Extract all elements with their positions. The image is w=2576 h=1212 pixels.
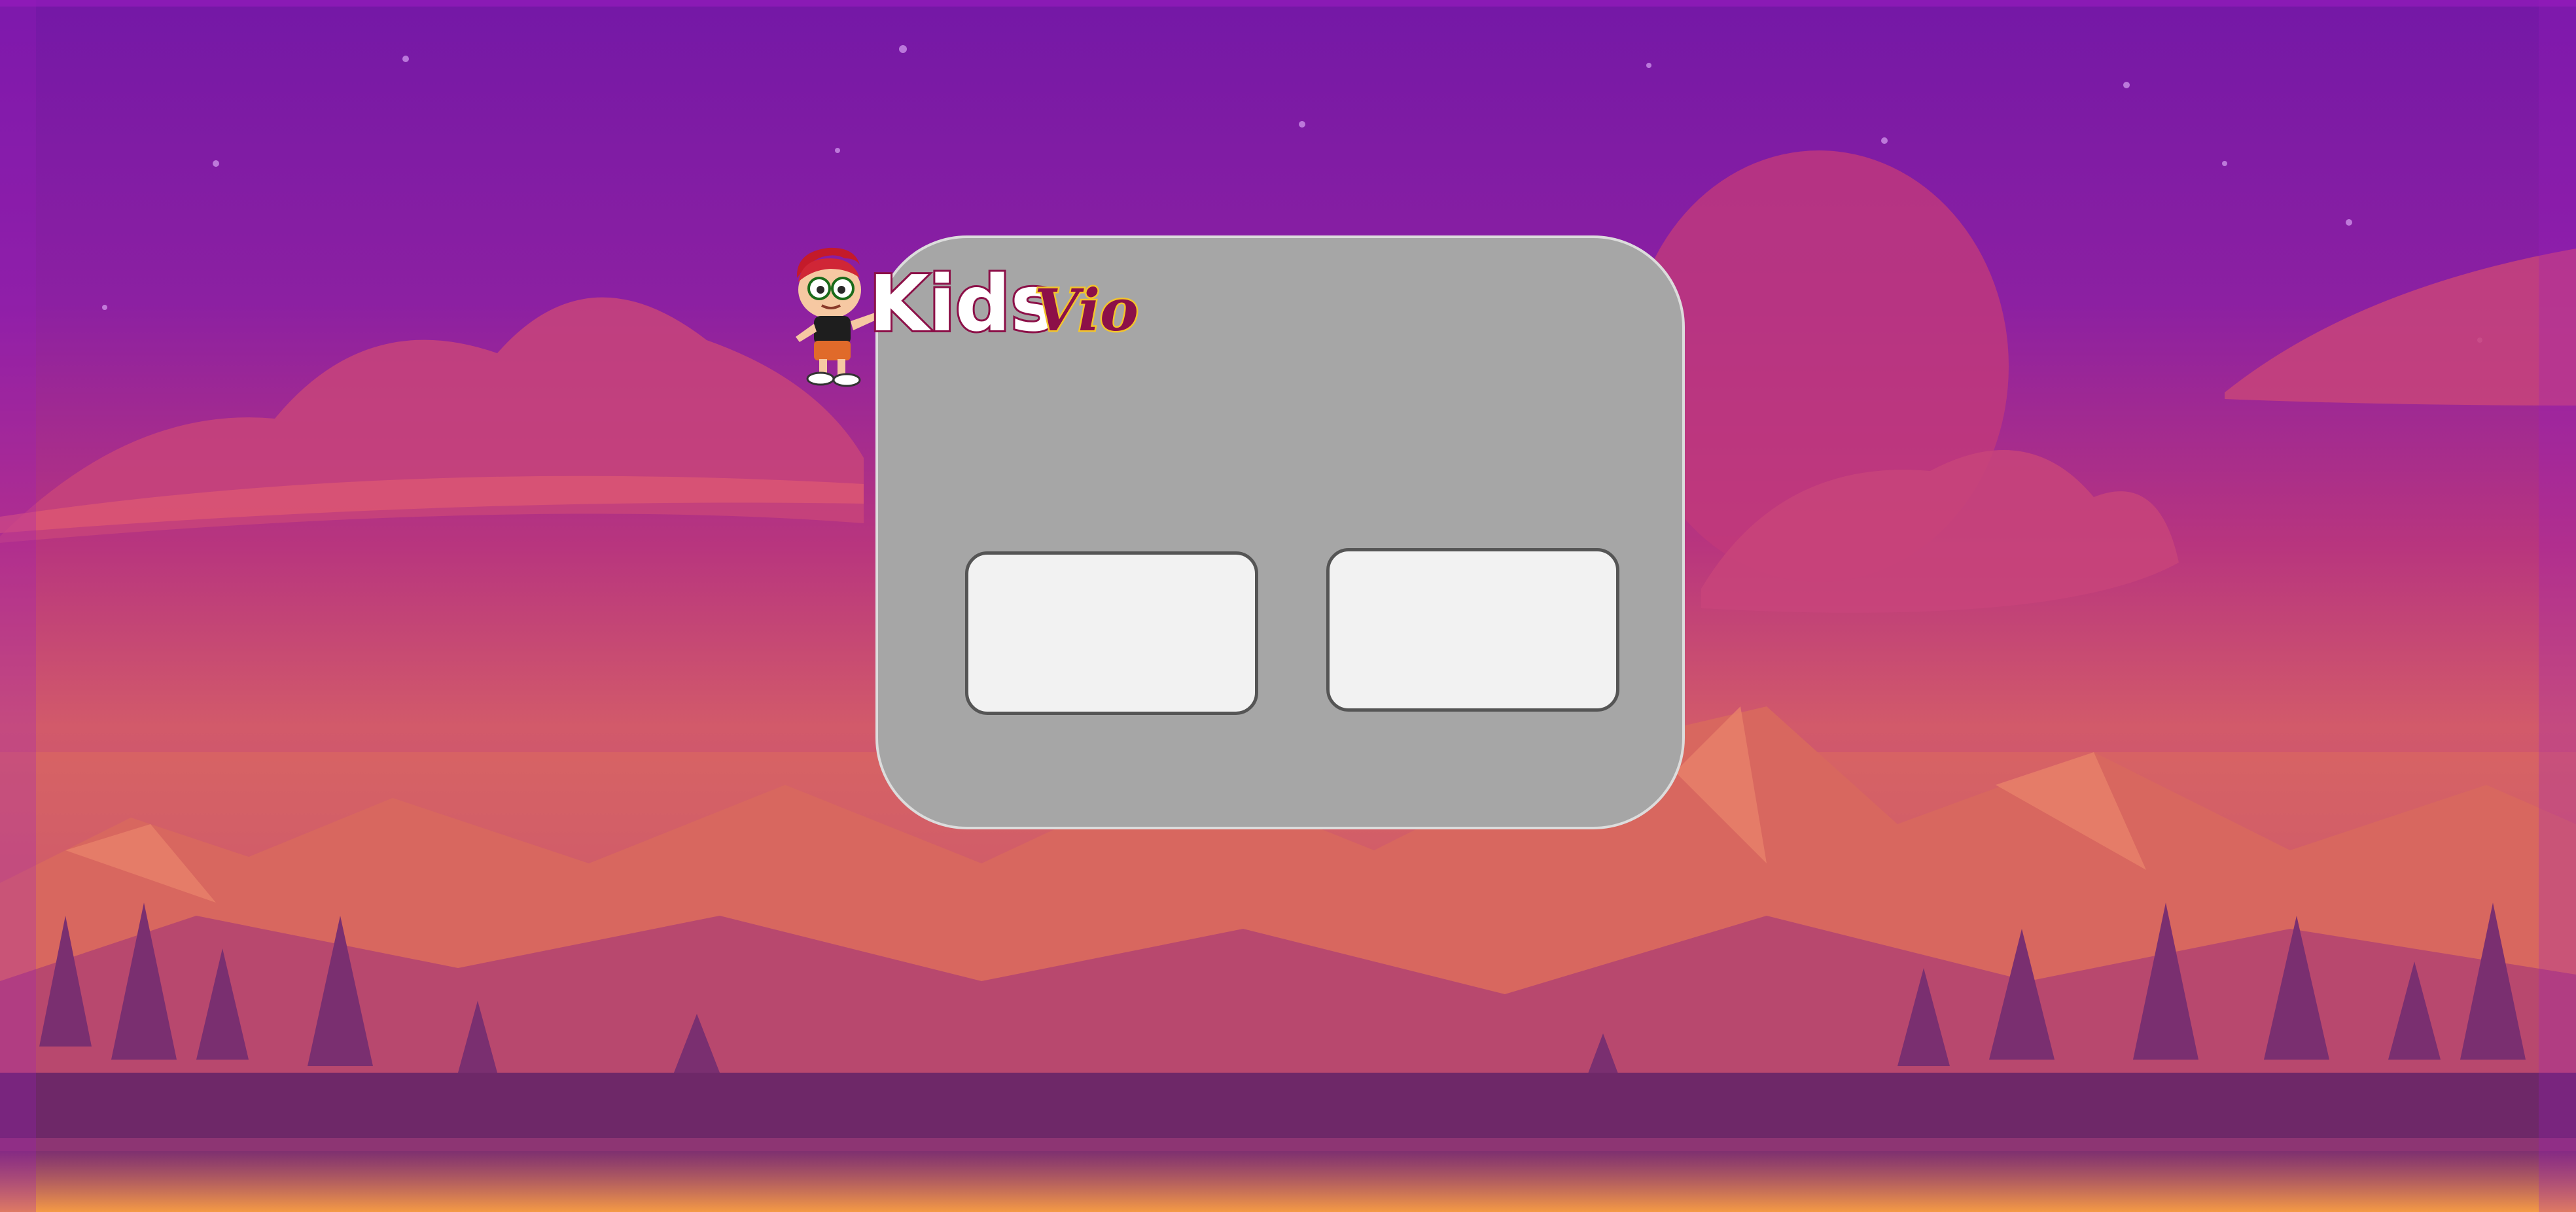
kidsvio-logo: Kids Vio [796,247,1140,387]
right-menu-button[interactable] [1326,548,1619,712]
logo-kids-text: Kids [869,258,1057,349]
game-screen: Kids Vio [0,0,2576,1212]
logo-vio-text: Vio [1034,276,1138,344]
left-menu-button[interactable] [965,551,1258,715]
